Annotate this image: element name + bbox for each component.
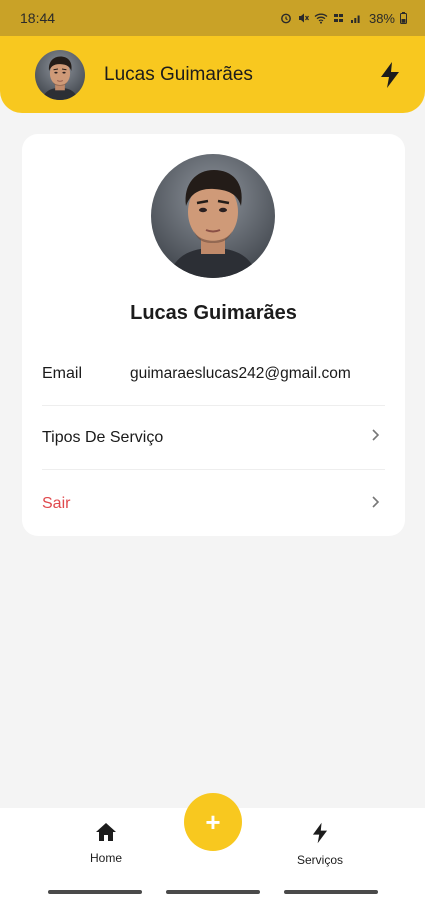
nav-home[interactable]: Home <box>66 822 146 865</box>
service-types-label: Tipos De Serviço <box>42 428 164 446</box>
logout-label: Sair <box>42 495 71 512</box>
home-icon <box>95 822 117 845</box>
mute-icon <box>297 12 309 24</box>
wifi-icon <box>314 12 328 24</box>
service-types-row[interactable]: Tipos De Serviço <box>42 406 385 470</box>
email-row: Email guimaraeslucas242@gmail.com <box>42 342 385 406</box>
email-label: Email <box>42 364 83 382</box>
nav-services-label: Serviços <box>296 853 343 867</box>
status-icons: 38% <box>280 11 407 26</box>
nav-gesture-left[interactable] <box>48 890 142 894</box>
status-time: 18:44 <box>20 10 56 26</box>
profile-avatar <box>151 154 275 278</box>
battery-icon <box>400 12 407 24</box>
profile-card: Lucas Guimarães Email guimaraeslucas242@… <box>22 134 405 536</box>
nav-home-label: Home <box>89 851 122 865</box>
email-value: guimaraeslucas242@gmail.com <box>130 364 351 382</box>
system-navigation-bar <box>0 885 425 900</box>
alarm-icon <box>280 12 292 24</box>
app-header: Lucas Guimarães <box>0 36 425 113</box>
header-avatar[interactable] <box>35 49 85 100</box>
nav-services[interactable]: Serviços <box>280 822 360 867</box>
battery-level: 38% <box>368 10 395 26</box>
status-bar: 18:44 38% <box>0 0 425 36</box>
bolt-icon[interactable] <box>375 60 405 90</box>
signal-icon <box>350 12 362 24</box>
nav-gesture-right[interactable] <box>284 890 378 894</box>
bolt-icon <box>310 822 330 847</box>
add-button[interactable]: + <box>184 793 242 851</box>
nav-gesture-center[interactable] <box>166 890 260 894</box>
chevron-right-icon <box>367 427 385 448</box>
network-icon <box>333 12 345 24</box>
logout-row[interactable]: Sair <box>42 472 385 536</box>
header-user-name: Lucas Guimarães <box>104 63 253 85</box>
chevron-right-icon <box>367 494 385 515</box>
profile-name: Lucas Guimarães <box>130 302 297 324</box>
